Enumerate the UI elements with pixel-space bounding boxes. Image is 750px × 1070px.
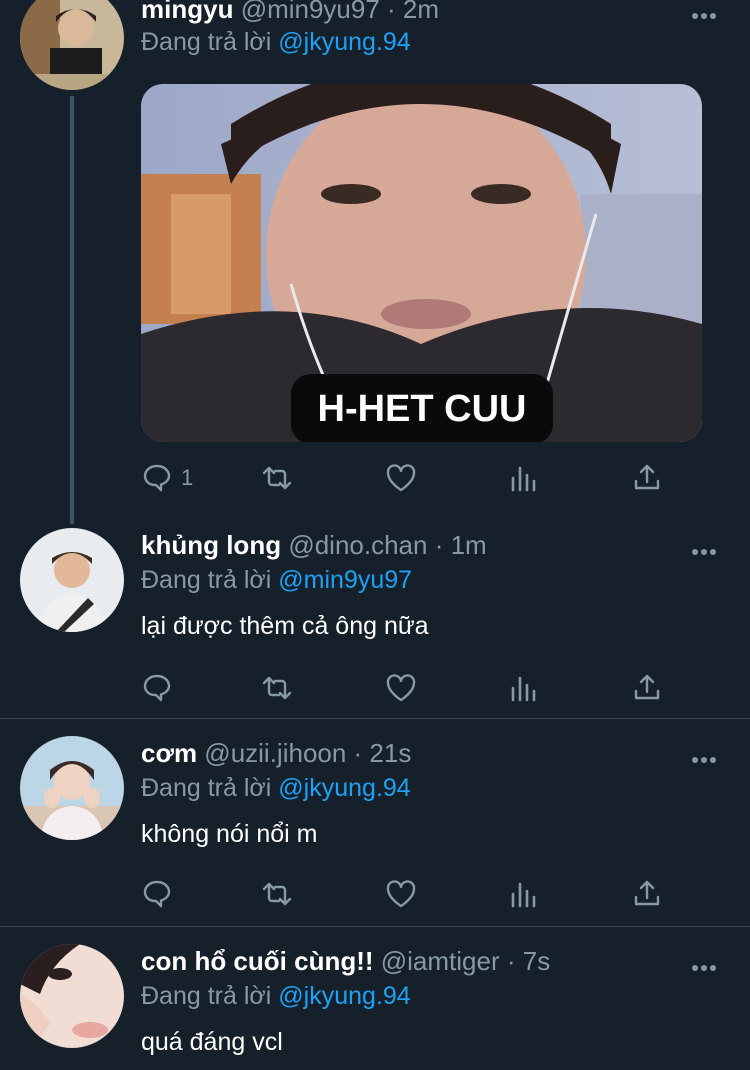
tweet-text: không nói nổi m (141, 820, 318, 848)
avatar[interactable] (20, 0, 124, 90)
tweet-text: lại được thêm cả ông nữa (141, 612, 429, 640)
tweet-3[interactable]: cơm @uzii.jihoon · 21s Đang trả lời @jky… (0, 726, 750, 926)
tweet-actions: 1 (141, 458, 671, 498)
reply-count: 1 (181, 465, 194, 490)
more-icon[interactable] (692, 750, 722, 763)
retweet-icon (262, 466, 292, 490)
share-button[interactable] (631, 668, 663, 708)
reply-mention[interactable]: @jkyung.94 (278, 982, 410, 1010)
like-button[interactable] (385, 668, 417, 708)
tweet-header: cơm @uzii.jihoon · 21s (141, 738, 411, 769)
media-caption: H-HET CUU (291, 374, 553, 442)
display-name[interactable]: khủng long (141, 530, 281, 560)
display-name[interactable]: con hổ cuối cùng!! (141, 946, 374, 976)
reply-button[interactable] (141, 874, 173, 914)
share-button[interactable] (631, 874, 663, 914)
display-name[interactable]: mingyu (141, 0, 233, 24)
reply-mention[interactable]: @jkyung.94 (278, 774, 410, 802)
reply-context: Đang trả lời @jkyung.94 (141, 982, 411, 1011)
analytics-button[interactable] (509, 458, 541, 498)
tweet-1[interactable]: mingyu @min9yu97 · 2m Đang trả lời @jkyu… (0, 0, 750, 510)
retweet-button[interactable] (261, 874, 293, 914)
reply-context: Đang trả lời @min9yu97 (141, 566, 412, 595)
avatar[interactable] (20, 944, 124, 1048)
reply-prefix: Đang trả lời (141, 982, 272, 1010)
tweet-text: quá đáng vcl (141, 1028, 283, 1056)
reply-prefix: Đang trả lời (141, 566, 272, 594)
tweet-divider (0, 926, 750, 927)
analytics-icon (511, 882, 536, 908)
analytics-button[interactable] (509, 874, 541, 914)
retweet-button[interactable] (261, 458, 293, 498)
analytics-icon (511, 466, 536, 492)
reply-icon (143, 674, 171, 702)
more-icon[interactable] (692, 958, 722, 971)
handle-and-time: @dino.chan · 1m (288, 530, 487, 560)
reply-mention[interactable]: @jkyung.94 (278, 28, 410, 56)
avatar[interactable] (20, 736, 124, 840)
tweet-4[interactable]: con hổ cuối cùng!! @iamtiger · 7s Đang t… (0, 934, 750, 1070)
more-icon[interactable] (692, 542, 722, 555)
reply-button[interactable]: 1 (141, 458, 193, 498)
reply-prefix: Đang trả lời (141, 774, 272, 802)
retweet-icon (262, 676, 292, 700)
reply-icon (143, 464, 171, 492)
heart-icon (386, 464, 416, 492)
share-icon (634, 880, 660, 906)
tweet-actions (141, 874, 671, 914)
reply-icon (143, 880, 171, 908)
share-icon (634, 674, 660, 700)
more-icon[interactable] (692, 6, 722, 19)
reply-prefix: Đang trả lời (141, 28, 272, 56)
heart-icon (386, 674, 416, 702)
reply-context: Đang trả lời @jkyung.94 (141, 774, 411, 803)
retweet-button[interactable] (261, 668, 293, 708)
analytics-button[interactable] (509, 668, 541, 708)
tweet-header: mingyu @min9yu97 · 2m (141, 0, 439, 25)
avatar[interactable] (20, 528, 124, 632)
reply-context: Đang trả lời @jkyung.94 (141, 28, 411, 57)
handle-and-time: @min9yu97 · 2m (240, 0, 440, 24)
tweet-2[interactable]: khủng long @dino.chan · 1m Đang trả lời … (0, 518, 750, 718)
tweet-header: khủng long @dino.chan · 1m (141, 530, 487, 561)
tweet-actions (141, 668, 671, 708)
reply-mention[interactable]: @min9yu97 (278, 566, 412, 594)
display-name[interactable]: cơm (141, 738, 197, 768)
reply-button[interactable] (141, 668, 173, 708)
analytics-icon (511, 676, 536, 702)
tweet-header: con hổ cuối cùng!! @iamtiger · 7s (141, 946, 550, 977)
like-button[interactable] (385, 874, 417, 914)
share-icon (634, 464, 660, 490)
retweet-icon (262, 882, 292, 906)
tweet-media-image[interactable]: H-HET CUU (141, 84, 702, 442)
share-button[interactable] (631, 458, 663, 498)
handle-and-time: @uzii.jihoon · 21s (204, 738, 412, 768)
tweet-divider (0, 718, 750, 719)
handle-and-time: @iamtiger · 7s (380, 946, 551, 976)
heart-icon (386, 880, 416, 908)
like-button[interactable] (385, 458, 417, 498)
